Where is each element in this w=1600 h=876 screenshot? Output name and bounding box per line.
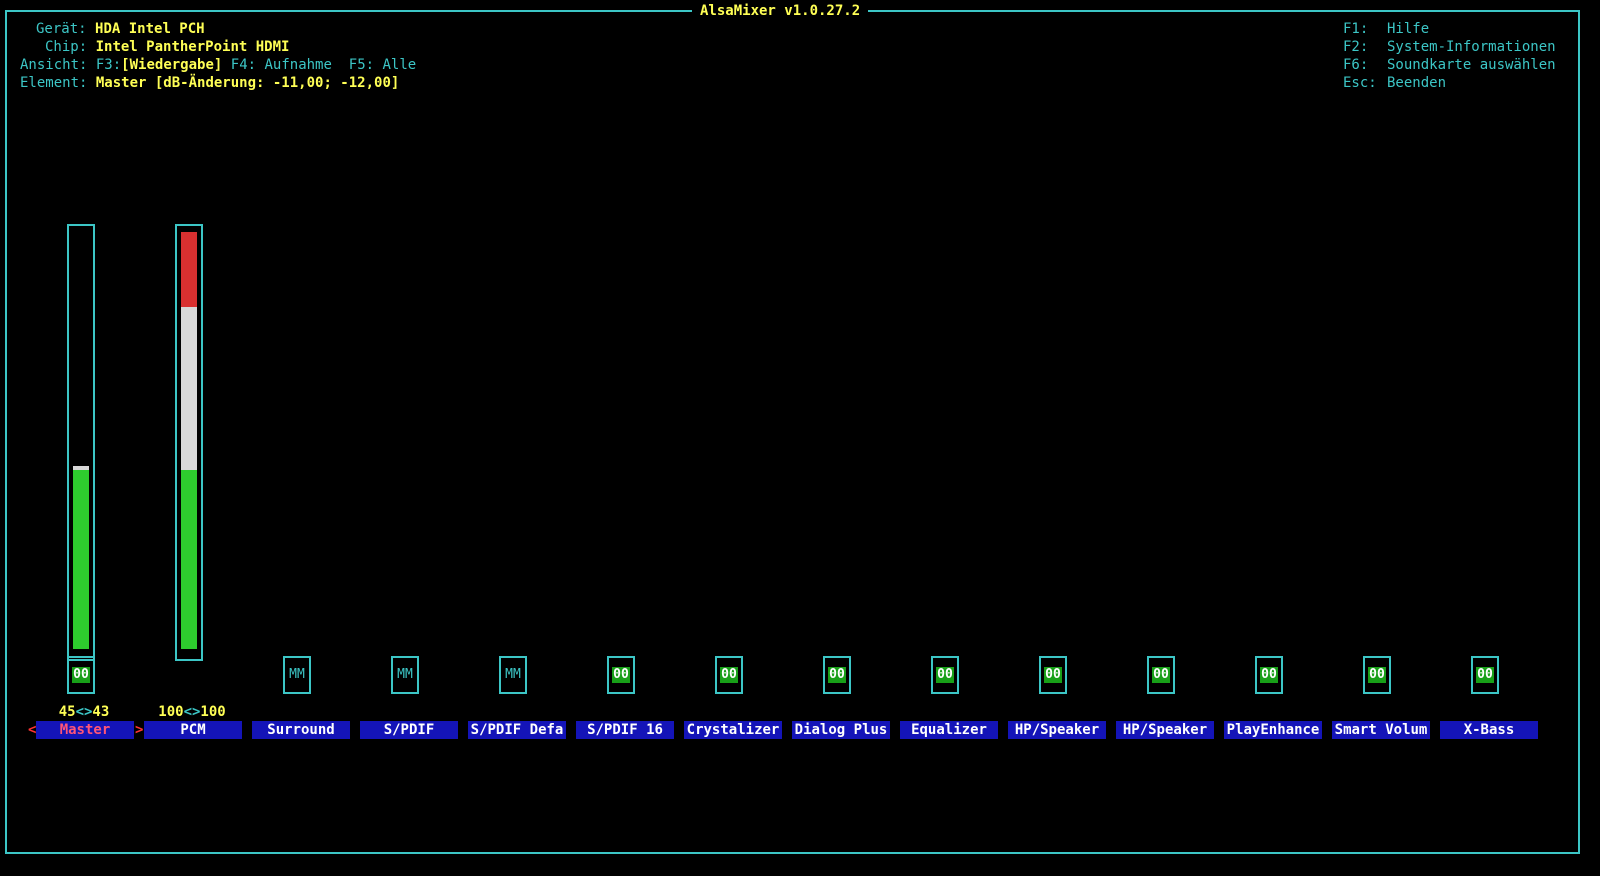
volume-readout: 100<>100	[158, 704, 226, 720]
channel-surround[interactable]: MM Surround	[246, 0, 354, 876]
channel-name[interactable]: S/PDIF	[360, 721, 458, 739]
channel-x-bass[interactable]: 00 X-Bass	[1434, 0, 1542, 876]
channel-spdif-default[interactable]: MM S/PDIF Defa	[462, 0, 570, 876]
channel-name[interactable]: Crystalizer	[684, 721, 782, 739]
channel-dialog-plus[interactable]: 00 Dialog Plus	[786, 0, 894, 876]
volume-fill-white	[73, 465, 89, 470]
channel-spdif-16[interactable]: 00 S/PDIF 16	[570, 0, 678, 876]
channel-name[interactable]: HP/Speaker	[1008, 721, 1106, 739]
mute-switch[interactable]: 00	[1363, 656, 1391, 694]
channel-spdif[interactable]: MM S/PDIF	[354, 0, 462, 876]
channel-name[interactable]: PlayEnhance	[1224, 721, 1322, 739]
channel-hp-speaker-2[interactable]: 00 HP/Speaker	[1110, 0, 1218, 876]
mute-switch[interactable]: 00	[1471, 656, 1499, 694]
volume-fill-red	[181, 232, 197, 308]
channel-master[interactable]: 00 45<>43 Master	[30, 0, 138, 876]
channel-name[interactable]: S/PDIF Defa	[468, 721, 566, 739]
mute-switch[interactable]: 00	[1039, 656, 1067, 694]
mute-switch[interactable]: 00	[715, 656, 743, 694]
mute-switch[interactable]: MM	[391, 656, 419, 694]
selected-left-arrow: <	[28, 722, 37, 738]
mute-switch[interactable]: 00	[1147, 656, 1175, 694]
mute-switch[interactable]: 00	[1255, 656, 1283, 694]
channel-playenhance[interactable]: 00 PlayEnhance	[1218, 0, 1326, 876]
channel-name[interactable]: Surround	[252, 721, 350, 739]
volume-readout: 45<>43	[58, 704, 110, 720]
selected-right-arrow: >	[135, 722, 144, 738]
volume-bar[interactable]	[175, 224, 203, 661]
mute-switch[interactable]: 00	[931, 656, 959, 694]
channel-name[interactable]: Dialog Plus	[792, 721, 890, 739]
volume-fill-green	[181, 469, 197, 649]
channel-equalizer[interactable]: 00 Equalizer	[894, 0, 1002, 876]
channel-name[interactable]: S/PDIF 16	[576, 721, 674, 739]
mute-switch[interactable]: MM	[499, 656, 527, 694]
channel-hp-speaker-1[interactable]: 00 HP/Speaker	[1002, 0, 1110, 876]
mute-switch[interactable]: MM	[283, 656, 311, 694]
channel-name[interactable]: Master	[36, 721, 134, 739]
mute-switch[interactable]: 00	[823, 656, 851, 694]
volume-fill-white	[181, 307, 197, 470]
channel-name[interactable]: Smart Volum	[1332, 721, 1430, 739]
channel-crystalizer[interactable]: 00 Crystalizer	[678, 0, 786, 876]
channel-name[interactable]: Equalizer	[900, 721, 998, 739]
volume-bar[interactable]	[67, 224, 95, 661]
channel-name[interactable]: HP/Speaker	[1116, 721, 1214, 739]
mute-switch[interactable]: 00	[67, 656, 95, 694]
channel-smart-volume[interactable]: 00 Smart Volum	[1326, 0, 1434, 876]
channel-name[interactable]: PCM	[144, 721, 242, 739]
channel-pcm[interactable]: 100<>100 PCM	[138, 0, 246, 876]
mute-switch[interactable]: 00	[607, 656, 635, 694]
volume-fill-green	[73, 469, 89, 649]
channel-name[interactable]: X-Bass	[1440, 721, 1538, 739]
